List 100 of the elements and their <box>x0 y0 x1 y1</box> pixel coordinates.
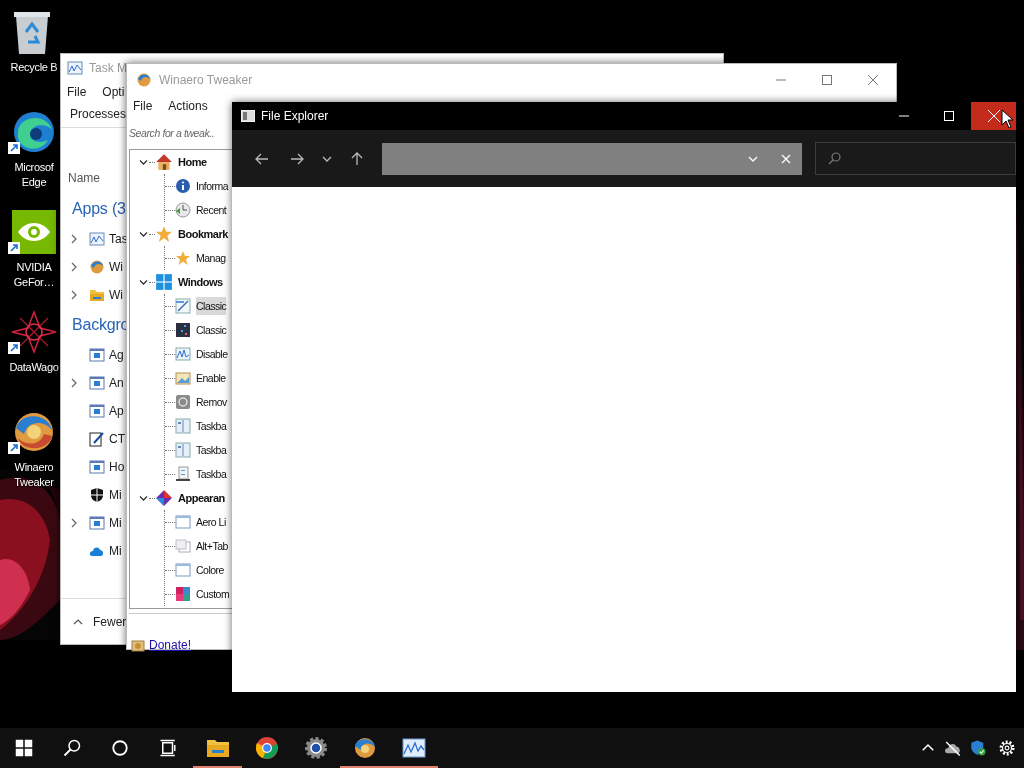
dark-panel-icon <box>175 322 191 338</box>
menu-item[interactable]: Actions <box>168 99 208 113</box>
task-view-icon[interactable] <box>159 739 177 757</box>
gear-icon[interactable] <box>303 736 328 760</box>
chevron-down-icon[interactable] <box>138 157 148 167</box>
four-squares-icon[interactable] <box>15 739 33 757</box>
window-icon <box>175 562 191 578</box>
address-bar[interactable] <box>382 142 802 175</box>
window-title: File Explorer <box>261 109 329 123</box>
picture-frame-icon <box>175 370 191 386</box>
arrow-right-icon[interactable] <box>289 151 304 166</box>
four-squares-icon <box>155 273 173 291</box>
tree-item[interactable]: Windows <box>178 273 223 291</box>
clock-icon <box>175 202 191 218</box>
settings-icon[interactable] <box>998 739 1016 757</box>
swirl-icon[interactable] <box>352 736 377 760</box>
tree-item[interactable]: Alt+Tab <box>196 537 228 555</box>
desktop-icon-label[interactable]: NVIDIA GeFor… <box>13 260 55 290</box>
tree-item[interactable]: Bookmark <box>178 225 228 243</box>
panel-icon <box>175 418 191 434</box>
shield-check-icon[interactable] <box>968 739 987 757</box>
service-window-icon <box>89 515 105 531</box>
swirl-logo-icon <box>89 259 105 275</box>
arrow-left-icon[interactable] <box>254 151 269 166</box>
tree-item[interactable]: Classic <box>196 321 227 339</box>
chart-window-icon <box>67 59 83 76</box>
chevron-right-icon[interactable] <box>71 234 77 244</box>
tree-item[interactable]: Aero Li <box>196 513 226 531</box>
process-name[interactable]: Mi <box>109 544 122 558</box>
tree-item[interactable]: Taskba <box>196 441 227 459</box>
list-icon <box>175 466 191 482</box>
chart-icon <box>175 346 191 362</box>
shield-icon <box>89 487 105 503</box>
process-name[interactable]: Wi <box>109 260 123 274</box>
process-name[interactable]: Mi <box>109 516 122 530</box>
chevron-right-icon[interactable] <box>71 518 77 528</box>
window-icon <box>175 514 191 530</box>
chevron-right-icon[interactable] <box>71 262 77 272</box>
tree-item[interactable]: Colore <box>196 561 224 579</box>
chevron-right-icon[interactable] <box>71 378 77 388</box>
tree-item[interactable]: Remov <box>196 393 227 411</box>
house-icon <box>155 153 173 171</box>
process-name[interactable]: Ho <box>109 460 125 474</box>
process-name[interactable]: Wi <box>109 288 123 302</box>
tree-item[interactable]: Disable <box>196 345 228 363</box>
color-grid-icon <box>175 586 191 602</box>
fewer-details-link[interactable]: Fewer <box>93 614 127 629</box>
windows-icon <box>175 538 191 554</box>
star-icon <box>155 225 173 243</box>
chart-window-icon[interactable] <box>401 736 426 760</box>
service-window-icon <box>89 375 105 391</box>
menu-item[interactable]: File <box>133 99 153 113</box>
menu-item[interactable]: File <box>67 85 87 99</box>
tree-item[interactable]: Recent <box>196 201 227 219</box>
star-icon <box>175 250 191 266</box>
search-icon[interactable] <box>63 739 81 757</box>
swirl-logo-icon <box>136 71 152 88</box>
chevron-down-icon[interactable] <box>138 229 148 239</box>
tree-item[interactable]: Manag <box>196 249 226 267</box>
process-name[interactable]: Ap <box>109 404 124 418</box>
caret-up-icon[interactable] <box>73 618 83 625</box>
chevron-down-icon[interactable] <box>138 493 148 503</box>
search-field[interactable] <box>815 142 1016 175</box>
service-window-icon <box>89 459 105 475</box>
process-name[interactable]: CT <box>109 432 125 446</box>
donate-link[interactable]: Donate! <box>149 638 192 652</box>
window-pen-icon <box>175 298 191 314</box>
desktop-icon-label[interactable]: Winaero Tweaker <box>14 460 54 490</box>
chart-window-icon <box>89 231 105 247</box>
desktop-icon-label[interactable]: Microsof Edge <box>14 160 54 190</box>
menu-item[interactable]: Opti <box>102 85 125 99</box>
tree-item[interactable]: Classic <box>196 297 227 315</box>
process-name[interactable]: Mi <box>109 488 122 502</box>
column-header[interactable]: Name <box>68 171 100 185</box>
palette-icon <box>155 489 173 507</box>
process-name[interactable]: An <box>109 376 124 390</box>
tree-item[interactable]: Home <box>178 153 207 171</box>
cursor-icon <box>1001 109 1014 129</box>
desktop-icon-label[interactable]: DataWago <box>9 360 59 375</box>
desktop-icon-label[interactable]: Recycle B <box>10 60 58 75</box>
folder-icon <box>89 287 105 303</box>
window-icon <box>241 110 255 122</box>
tree-item[interactable]: Taskba <box>196 465 227 483</box>
tree-item[interactable]: Custom <box>196 585 230 603</box>
close-icon[interactable] <box>868 74 878 85</box>
cloud-off-icon[interactable] <box>943 739 962 757</box>
tree-item[interactable]: Appearan <box>178 489 225 507</box>
circle-icon[interactable] <box>111 739 129 757</box>
disc-icon <box>175 394 191 410</box>
tree-item[interactable]: Enable <box>196 369 226 387</box>
arrow-up-icon[interactable] <box>349 151 364 166</box>
process-name[interactable]: Ag <box>109 348 124 362</box>
tree-item[interactable]: Informa <box>196 177 229 195</box>
chevron-down-icon[interactable] <box>138 277 148 287</box>
browser-icon[interactable] <box>254 736 279 760</box>
group-heading: Apps (3 <box>72 200 126 218</box>
tree-item[interactable]: Taskba <box>196 417 227 435</box>
coins-icon <box>131 638 145 652</box>
chevron-right-icon[interactable] <box>71 290 77 300</box>
panel-icon <box>175 442 191 458</box>
